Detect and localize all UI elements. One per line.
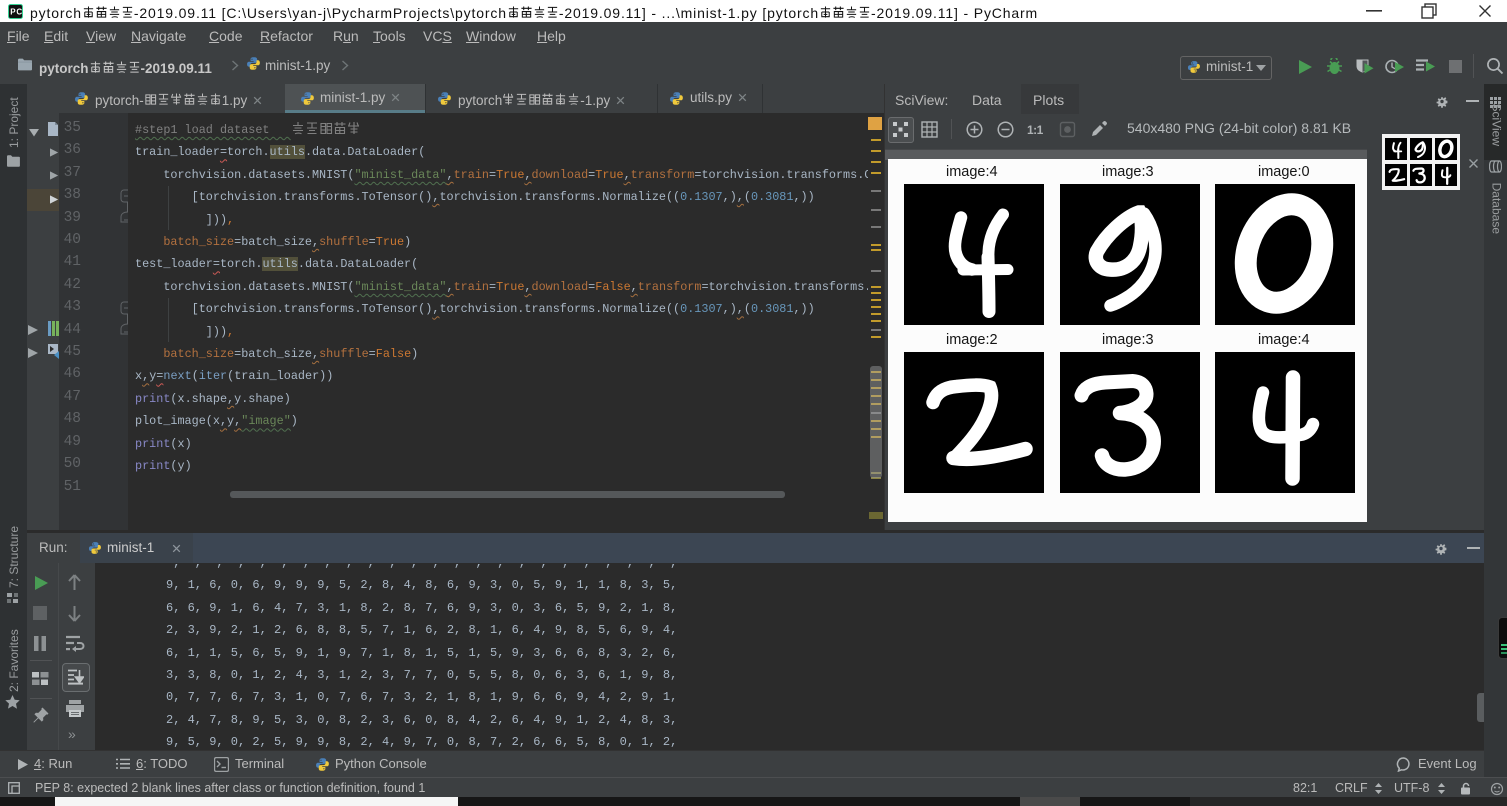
- svg-text:PC: PC: [10, 8, 23, 17]
